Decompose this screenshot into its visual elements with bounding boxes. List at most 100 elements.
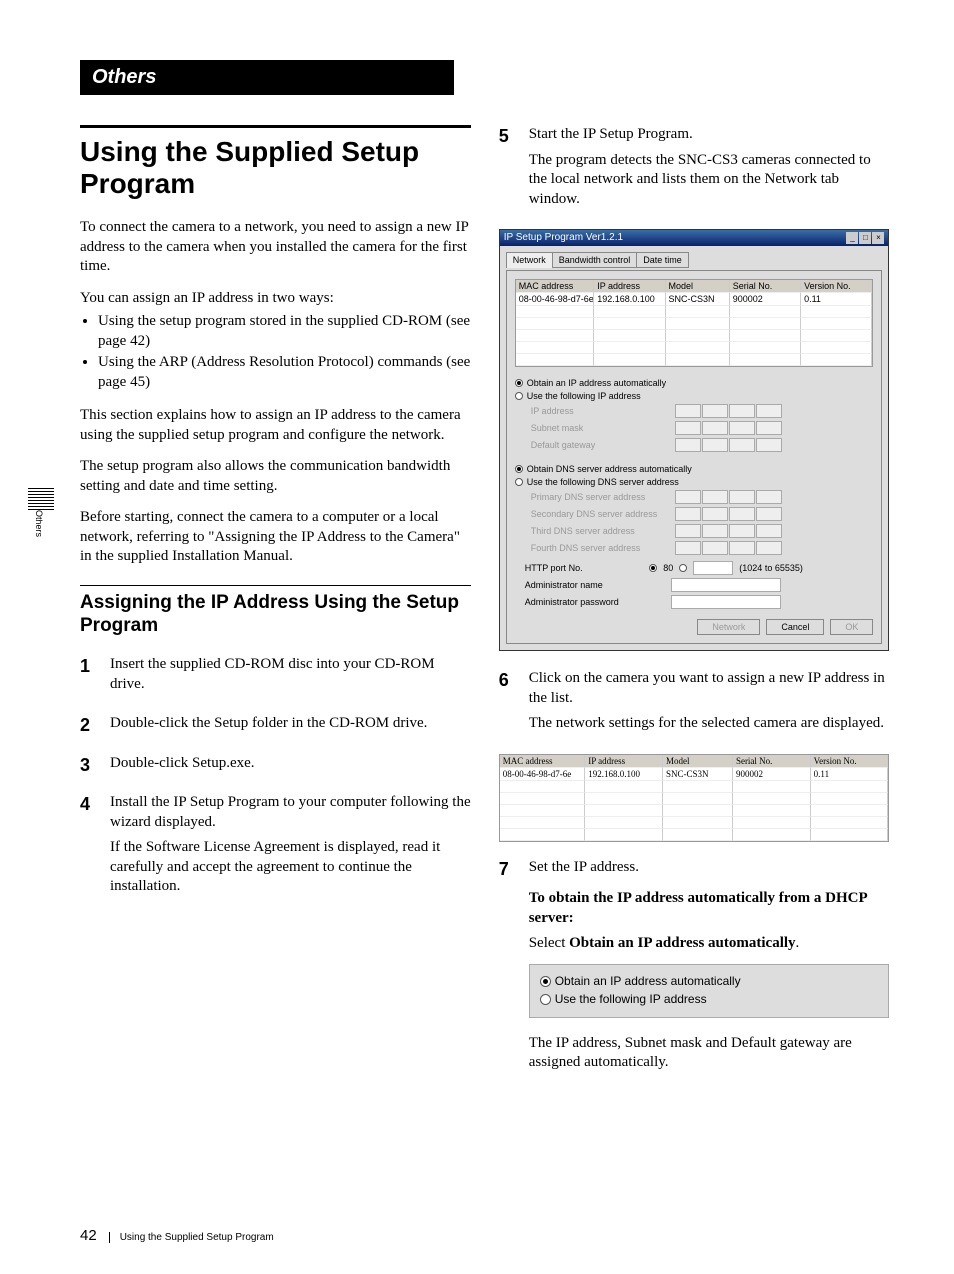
port-input[interactable] — [693, 561, 733, 575]
col-ip: IP address — [585, 755, 663, 768]
step-text: Select Obtain an IP address automaticall… — [529, 934, 890, 954]
step-1: 1 Insert the supplied CD-ROM disc into y… — [80, 655, 471, 700]
step-6: 6 Click on the camera you want to assign… — [499, 669, 890, 740]
step-number: 6 — [499, 669, 517, 740]
radio-icon — [515, 392, 523, 400]
cell-serial: 900002 — [730, 293, 801, 306]
radio-obtain-ip[interactable]: Obtain an IP address automatically — [540, 974, 879, 990]
radio-icon — [515, 379, 523, 387]
label-admin-name: Administrator name — [525, 580, 671, 590]
step-text: The network settings for the selected ca… — [529, 714, 890, 734]
cell-version: 0.11 — [811, 768, 889, 781]
step-5: 5 Start the IP Setup Program. The progra… — [499, 125, 890, 215]
step-2: 2 Double-click the Setup folder in the C… — [80, 714, 471, 740]
col-version: Version No. — [811, 755, 889, 768]
rule-above-title — [80, 125, 471, 128]
window-controls: _□× — [845, 232, 884, 244]
cell-serial: 900002 — [733, 768, 811, 781]
label-gateway: Default gateway — [531, 440, 675, 450]
camera-list-small[interactable]: MAC address IP address Model Serial No. … — [499, 754, 890, 842]
page-title: Using the Supplied Setup Program — [80, 136, 471, 200]
left-column: Using the Supplied Setup Program To conn… — [80, 125, 471, 1093]
step-number: 4 — [80, 793, 98, 903]
radio-obtain-ip[interactable]: Obtain an IP address automatically — [515, 378, 874, 388]
radio-icon — [515, 465, 523, 473]
radio-icon[interactable] — [679, 564, 687, 572]
close-icon[interactable]: × — [872, 232, 884, 244]
table-row[interactable]: 08-00-46-98-d7-6e 192.168.0.100 SNC-CS3N… — [500, 768, 889, 781]
network-button[interactable]: Network — [697, 619, 760, 635]
label-subnet: Subnet mask — [531, 423, 675, 433]
radio-obtain-dns[interactable]: Obtain DNS server address automatically — [515, 464, 874, 474]
step-4: 4 Install the IP Setup Program to your c… — [80, 793, 471, 903]
subtitle: Assigning the IP Address Using the Setup… — [80, 592, 471, 638]
col-ip: IP address — [594, 280, 665, 293]
col-serial: Serial No. — [733, 755, 811, 768]
cell-ip: 192.168.0.100 — [585, 768, 663, 781]
label-http-port: HTTP port No. — [525, 563, 644, 573]
intro-para-4: The setup program also allows the commun… — [80, 457, 471, 496]
step-number: 1 — [80, 655, 98, 700]
cell-version: 0.11 — [801, 293, 872, 306]
col-mac: MAC address — [500, 755, 586, 768]
minimize-icon[interactable]: _ — [846, 232, 858, 244]
maximize-icon[interactable]: □ — [859, 232, 871, 244]
step-7: 7 Set the IP address. To obtain the IP a… — [499, 858, 890, 1079]
radio-icon[interactable] — [649, 564, 657, 572]
step-text: Double-click Setup.exe. — [110, 754, 471, 774]
col-model: Model — [666, 280, 730, 293]
step-text: Double-click the Setup folder in the CD-… — [110, 714, 471, 734]
step-text: The IP address, Subnet mask and Default … — [529, 1034, 890, 1073]
tab-bandwidth[interactable]: Bandwidth control — [552, 252, 638, 268]
col-mac: MAC address — [516, 280, 594, 293]
step-number: 5 — [499, 125, 517, 215]
step-number: 7 — [499, 858, 517, 1079]
tab-strip: Network Bandwidth control Date time — [506, 252, 883, 268]
cancel-button[interactable]: Cancel — [766, 619, 824, 635]
intro-bullets: Using the setup program stored in the su… — [80, 312, 471, 392]
cell-model: SNC-CS3N — [663, 768, 733, 781]
admin-name-input[interactable] — [671, 578, 781, 592]
cell-mac: 08-00-46-98-d7-6e — [500, 768, 586, 781]
radio-icon — [540, 976, 551, 987]
radio-icon — [540, 994, 551, 1005]
intro-para-2: You can assign an IP address in two ways… — [80, 289, 471, 309]
cell-ip: 192.168.0.100 — [594, 293, 665, 306]
label-dns1: Primary DNS server address — [531, 492, 675, 502]
page-number: 42 — [80, 1227, 97, 1244]
side-tab-label: Others — [34, 510, 44, 537]
radio-options-shot: Obtain an IP address automatically Use t… — [529, 964, 890, 1018]
tab-datetime[interactable]: Date time — [636, 252, 689, 268]
window-title: IP Setup Program Ver1.2.1 — [504, 232, 623, 244]
table-row[interactable]: 08-00-46-98-d7-6e 192.168.0.100 SNC-CS3N… — [516, 293, 873, 306]
ok-button[interactable]: OK — [830, 619, 873, 635]
col-version: Version No. — [801, 280, 872, 293]
label-dns2: Secondary DNS server address — [531, 509, 675, 519]
label-admin-pass: Administrator password — [525, 597, 671, 607]
cell-model: SNC-CS3N — [666, 293, 730, 306]
label-dns3: Third DNS server address — [531, 526, 675, 536]
step-text: Click on the camera you want to assign a… — [529, 669, 890, 708]
admin-pass-input[interactable] — [671, 595, 781, 609]
ip-setup-window: IP Setup Program Ver1.2.1 _□× Network Ba… — [499, 229, 890, 651]
radio-icon — [515, 478, 523, 486]
page-footer: 42 Using the Supplied Setup Program — [80, 1227, 274, 1244]
step-text: Start the IP Setup Program. — [529, 125, 890, 145]
right-column: 5 Start the IP Setup Program. The progra… — [499, 125, 890, 1093]
radio-use-ip[interactable]: Use the following IP address — [540, 992, 879, 1008]
camera-list[interactable]: MAC address IP address Model Serial No. … — [515, 279, 874, 367]
intro-para-3: This section explains how to assign an I… — [80, 406, 471, 445]
bullet-item: Using the ARP (Address Resolution Protoc… — [98, 353, 471, 392]
radio-use-dns[interactable]: Use the following DNS server address — [515, 477, 874, 487]
radio-use-ip[interactable]: Use the following IP address — [515, 391, 874, 401]
label-ip: IP address — [531, 406, 675, 416]
step-text: Insert the supplied CD-ROM disc into you… — [110, 655, 471, 694]
section-header: Others — [80, 60, 454, 95]
col-serial: Serial No. — [730, 280, 801, 293]
label-dns4: Fourth DNS server address — [531, 543, 675, 553]
window-titlebar: IP Setup Program Ver1.2.1 _□× — [500, 230, 889, 246]
tab-network[interactable]: Network — [506, 252, 553, 268]
step-heading: To obtain the IP address automatically f… — [529, 889, 890, 928]
step-text: Install the IP Setup Program to your com… — [110, 793, 471, 832]
margin-decor — [28, 488, 54, 512]
